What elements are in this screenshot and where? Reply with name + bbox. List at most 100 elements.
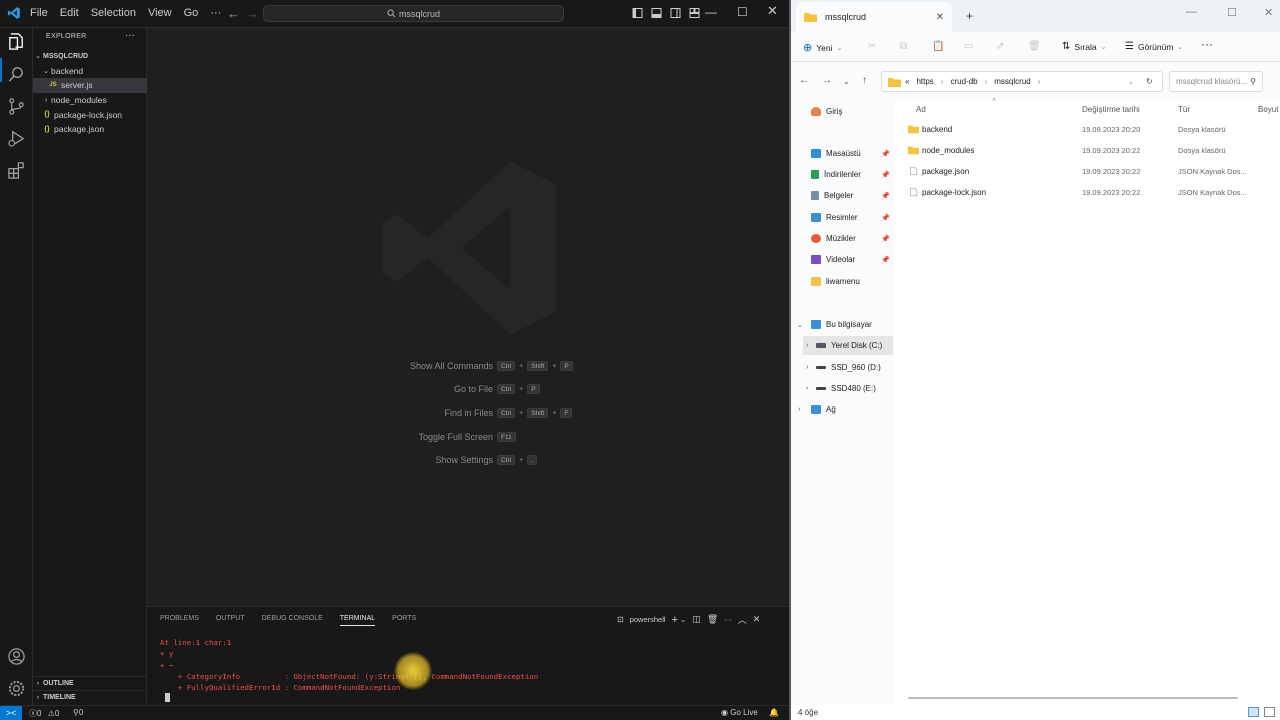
nav-item-music[interactable]: Müzikler 📌 — [791, 229, 894, 248]
chevron-down-icon[interactable]: ⌄ — [843, 77, 850, 86]
minimize-icon[interactable]: — — [1186, 6, 1197, 18]
source-control-icon[interactable] — [7, 97, 26, 116]
address-bar[interactable]: « https › crud-db › mssqlcrud › ⌄ ↻ — [881, 71, 1163, 92]
minimize-icon[interactable]: — — [705, 5, 717, 19]
pin-icon[interactable]: 📌 — [881, 256, 890, 264]
terminal-shell-label[interactable]: powershell — [630, 615, 666, 624]
nav-item-pictures[interactable]: Resimler 📌 — [791, 208, 894, 227]
toggle-secondary-sidebar-icon[interactable] — [666, 7, 685, 19]
forward-arrow-icon[interactable]: → — [822, 75, 832, 86]
sort-button[interactable]: ⇅ Sırala ⌄ — [1062, 41, 1106, 52]
toggle-panel-icon[interactable] — [647, 7, 666, 19]
close-icon[interactable]: ✕ — [1264, 6, 1273, 19]
nav-item-documents[interactable]: Belgeler 📌 — [791, 186, 894, 205]
chevron-down-icon[interactable]: ⌄ — [797, 321, 803, 329]
settings-gear-icon[interactable] — [7, 679, 26, 698]
split-terminal-icon[interactable]: ◫ — [692, 614, 701, 625]
customize-layout-icon[interactable] — [685, 7, 704, 19]
tree-item-package-lock[interactable]: {} package-lock.json — [33, 107, 147, 122]
search-icon[interactable] — [7, 65, 26, 84]
menu-selection[interactable]: Selection — [91, 7, 136, 19]
trash-icon[interactable]: 🗑 — [707, 614, 718, 625]
file-row-backend[interactable]: backend 19.09.2023 20:20 Dosya klasörü — [904, 120, 1280, 140]
shortcut-show-all-commands[interactable]: Show All Commands Ctrl + Shift + P — [361, 359, 661, 373]
up-arrow-icon[interactable]: ↑ — [862, 75, 867, 86]
cut-icon[interactable]: ✂ — [868, 41, 876, 52]
breadcrumb-https[interactable]: https — [916, 77, 933, 86]
problems-status[interactable]: ⓧ0 ⚠0 — [29, 708, 59, 719]
pin-icon[interactable]: 📌 — [881, 171, 890, 179]
remote-indicator[interactable]: >< — [0, 706, 22, 720]
close-icon[interactable]: ✕ — [767, 3, 778, 19]
tab-terminal[interactable]: TERMINAL — [339, 615, 376, 626]
pin-icon[interactable]: 📌 — [881, 235, 890, 243]
tree-item-backend[interactable]: ⌄ backend — [33, 64, 147, 79]
shortcut-show-settings[interactable]: Show Settings Ctrl +, — [361, 453, 661, 467]
new-terminal-icon[interactable]: + — [672, 614, 678, 626]
tree-item-server-js[interactable]: JS server.js — [33, 78, 147, 93]
paste-icon[interactable]: 📋 — [932, 41, 944, 52]
share-icon[interactable]: ⇗ — [996, 41, 1004, 52]
close-panel-icon[interactable]: ✕ — [753, 614, 761, 625]
tree-item-package-json[interactable]: {} package.json — [33, 122, 147, 137]
copy-icon[interactable]: ⧉ — [900, 41, 907, 52]
new-button[interactable]: ⊕ Yeni ⌄ — [803, 41, 842, 54]
new-tab-icon[interactable]: + — [966, 9, 973, 23]
forward-arrow-icon[interactable]: → — [246, 6, 259, 21]
chevron-right-icon[interactable]: › — [806, 385, 808, 392]
horizontal-scrollbar[interactable] — [908, 697, 1238, 699]
tree-root[interactable]: ⌄ MSSQLCRUD — [33, 49, 147, 64]
tab-output[interactable]: OUTPUT — [216, 615, 245, 626]
nav-item-home[interactable]: Giriş — [791, 102, 894, 121]
nav-item-downloads[interactable]: İndirilenler 📌 — [791, 165, 894, 184]
pin-icon[interactable]: 📌 — [881, 150, 890, 158]
tab-mssqlcrud[interactable]: mssqlcrud ✕ — [796, 2, 952, 32]
outline-section[interactable]: › OUTLINE — [33, 676, 147, 690]
ports-status[interactable]: ⚲0 — [73, 708, 83, 717]
nav-item-liwamenu[interactable]: liwamenu — [791, 272, 894, 291]
file-row-package-json[interactable]: package.json 19.09.2023 20:22 JSON Kayna… — [904, 162, 1280, 182]
tab-ports[interactable]: PORTS — [392, 615, 416, 626]
bell-icon[interactable]: 🔔 — [769, 708, 779, 717]
tab-problems[interactable]: PROBLEMS — [160, 615, 199, 626]
back-arrow-icon[interactable]: ← — [227, 6, 240, 21]
maximize-panel-icon[interactable]: ︿ — [738, 613, 747, 626]
breadcrumb-crud-db[interactable]: crud-db — [950, 77, 977, 86]
chevron-right-icon[interactable]: › — [806, 342, 808, 349]
command-center[interactable]: mssqlcrud — [263, 5, 564, 22]
nav-item-drive-c[interactable]: › Yerel Disk (C:) — [803, 336, 893, 355]
maximize-icon[interactable]: ☐ — [737, 5, 748, 19]
breadcrumb-overflow[interactable]: « — [905, 77, 909, 86]
more-actions-icon[interactable]: ··· — [724, 615, 732, 624]
nav-item-network[interactable]: › Ağ — [791, 400, 894, 419]
chevron-right-icon[interactable]: › — [798, 406, 800, 413]
close-tab-icon[interactable]: ✕ — [936, 12, 944, 23]
terminal-output[interactable]: At line:1 char:1 + y + ~ + CategoryInfo : … — [160, 637, 538, 693]
nav-item-videos[interactable]: Videolar 📌 — [791, 250, 894, 269]
shortcut-toggle-full-screen[interactable]: Toggle Full Screen F11 — [361, 430, 661, 444]
run-debug-icon[interactable] — [7, 129, 26, 148]
file-row-node-modules[interactable]: node_modules 19.09.2023 20:22 Dosya klas… — [904, 141, 1280, 161]
shortcut-go-to-file[interactable]: Go to File Ctrl + P — [361, 382, 661, 396]
go-live-button[interactable]: ◉ Go Live — [721, 708, 758, 717]
nav-item-drive-d[interactable]: › SSD_960 (D:) — [791, 358, 894, 377]
tree-item-node-modules[interactable]: › node_modules — [33, 93, 147, 108]
tab-debug-console[interactable]: DEBUG CONSOLE — [262, 615, 323, 626]
nav-item-this-pc[interactable]: ⌄ Bu bilgisayar — [791, 315, 894, 334]
column-header-type[interactable]: Tür — [1178, 105, 1190, 114]
more-options-button[interactable]: ··· — [1201, 37, 1213, 51]
chevron-down-icon[interactable]: ⌄ — [680, 615, 686, 624]
rename-icon[interactable]: ▭ — [964, 41, 973, 52]
details-view-icon[interactable] — [1248, 707, 1259, 717]
extensions-icon[interactable] — [7, 161, 26, 180]
search-input[interactable]: mssqlcrud klasörü... ⚲ — [1169, 71, 1263, 92]
refresh-icon[interactable]: ↻ — [1146, 77, 1153, 86]
timeline-section[interactable]: › TIMELINE — [33, 690, 147, 704]
view-button[interactable]: ☰ Görünüm ⌄ — [1125, 41, 1183, 52]
delete-icon[interactable]: 🗑 — [1028, 41, 1041, 52]
accounts-icon[interactable] — [7, 647, 26, 666]
menu-edit[interactable]: Edit — [60, 7, 79, 19]
pin-icon[interactable]: 📌 — [881, 214, 890, 222]
menu-go[interactable]: Go — [184, 7, 199, 19]
menu-more[interactable]: ··· — [210, 7, 221, 19]
